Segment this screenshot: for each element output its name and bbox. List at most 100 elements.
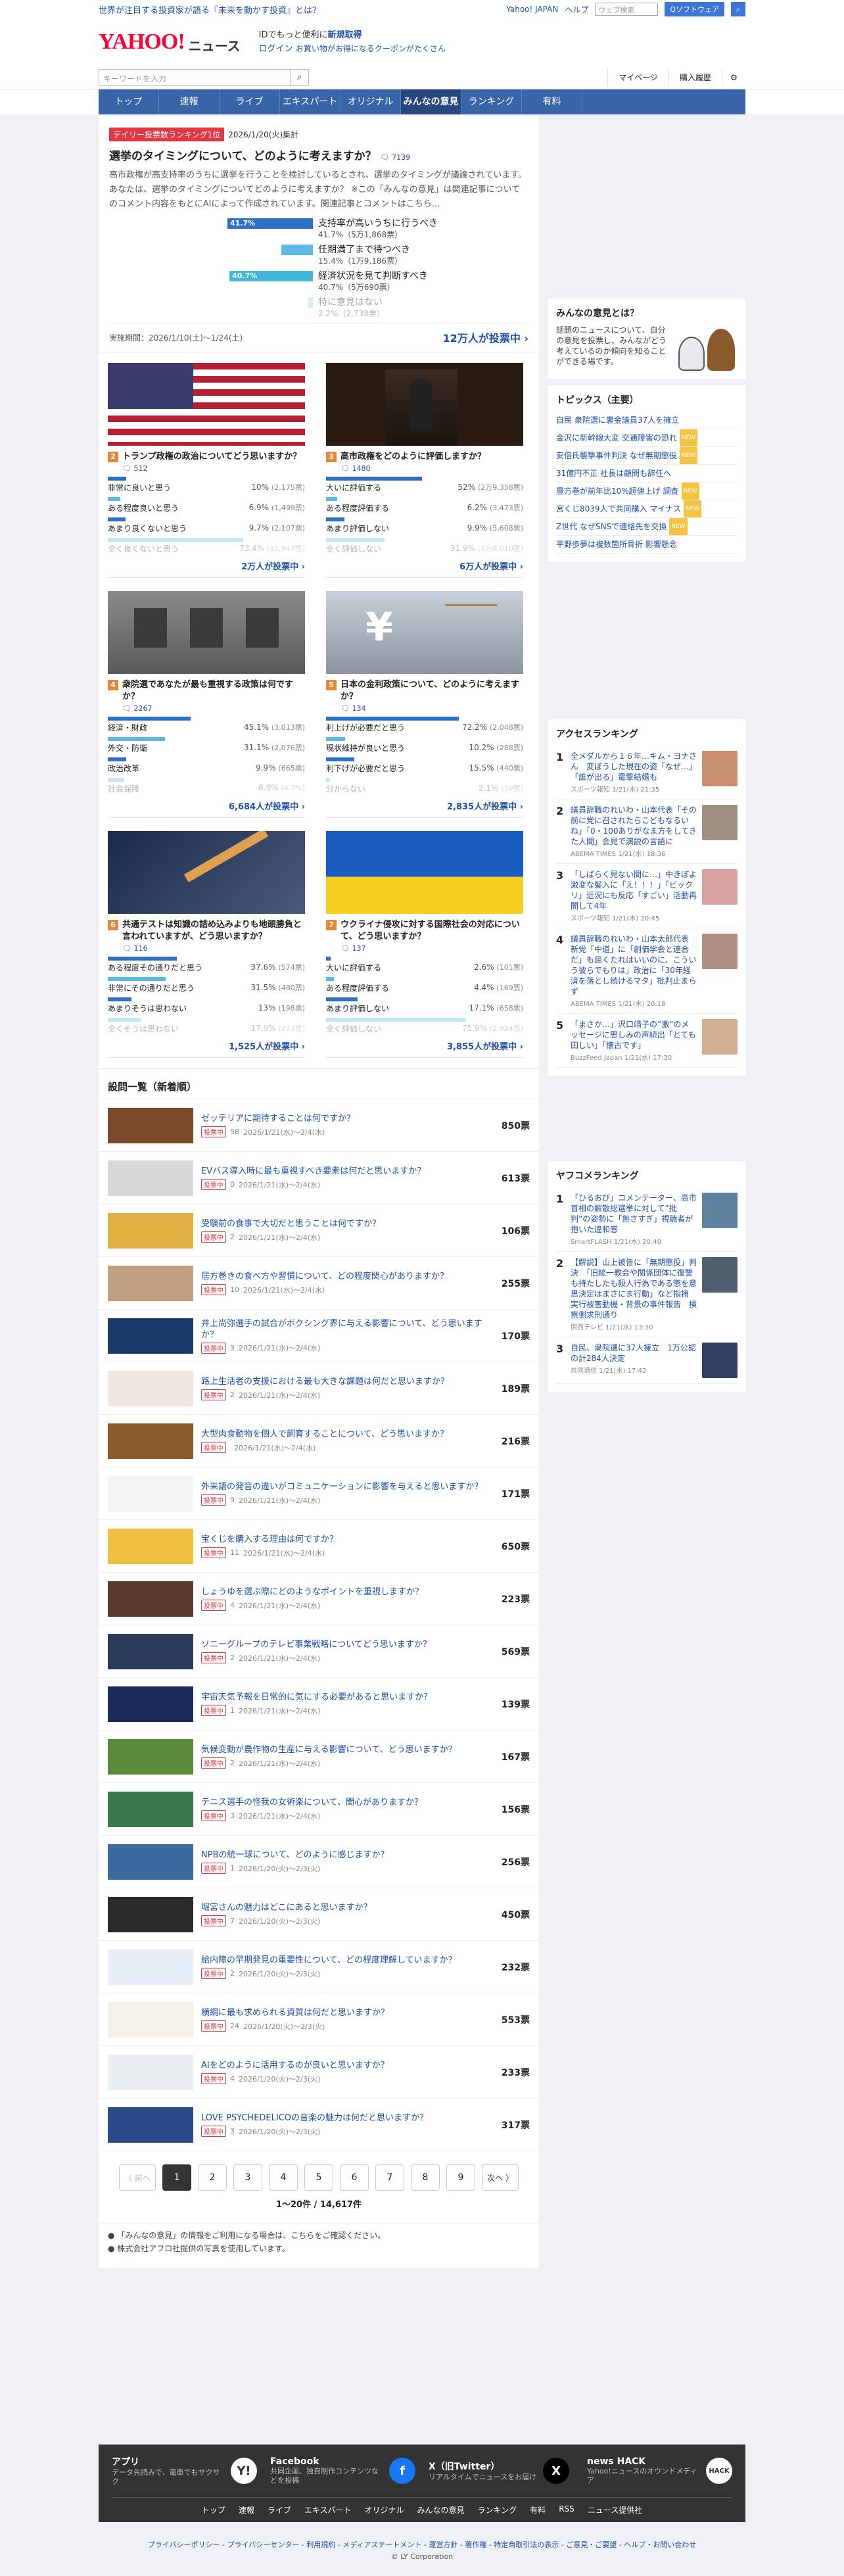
page-button[interactable]: 8 (411, 2164, 440, 2191)
vote-count-link[interactable]: 6万人が投票中 › (326, 560, 523, 572)
prev-page-button[interactable]: 〈 前へ (119, 2164, 156, 2191)
list-item-title[interactable]: 外来語の発音の違いがコミュニケーションに影響を与えると思いますか？ (201, 1481, 490, 1492)
facebook-icon[interactable]: f (389, 2458, 415, 2484)
list-item[interactable]: 井上尚弥選手の試合がボクシング界に与える影響について、どう思いますか？ 投票中 3 2… (99, 1309, 539, 1362)
page-button[interactable]: 1 (162, 2164, 191, 2191)
list-item-title[interactable]: LOVE PSYCHEDELICOの音楽の魅力は何だと思いますか？ (201, 2112, 490, 2124)
footer-app[interactable]: X（旧Twitter） リアルタイムでニュースをお届け X (429, 2455, 574, 2487)
list-item[interactable]: 堀宮さんの魅力はどこにあると思いますか？ 投票中 7 2026/1/20(火)〜2/3… (99, 1888, 539, 1940)
list-item[interactable]: 横綱に最も求められる資質は何だと思いますか？ 投票中 24 2026/1/20(火)〜… (99, 1993, 539, 2045)
list-item-title[interactable]: 居方巻きの食べ方や習慣について、どの程度関心がありますか？ (201, 1271, 490, 1282)
help-link[interactable]: ヘルプ (565, 4, 588, 15)
topic-item[interactable]: 安倍氏襲撃事件判決 なぜ無期懲役 NEW (556, 447, 738, 465)
footer-app[interactable]: Facebook 共同企画、独自制作コンテンツなどを投稿 f (270, 2455, 415, 2487)
list-item[interactable]: 外来語の発音の違いがコミュニケーションに影響を与えると思いますか？ 投票中 9 202… (99, 1467, 539, 1519)
page-button[interactable]: 9 (446, 2164, 475, 2191)
list-item[interactable]: LOVE PSYCHEDELICOの音楽の魅力は何だと思いますか？ 投票中 3 202… (99, 2098, 539, 2151)
footer-nav-link[interactable]: みんなの意見 (417, 2504, 465, 2516)
footer-nav-link[interactable]: エキスパート (304, 2504, 352, 2516)
nav-tab[interactable]: 速報 (159, 89, 220, 114)
poll-card-title[interactable]: 3 高市政権をどのように評価しますか？ (326, 451, 523, 463)
list-item[interactable]: しょうゆを選ぶ際にどのようなポイントを重視しますか？ 投票中 4 2026/1/21(… (99, 1572, 539, 1625)
legal-links[interactable]: プライバシーポリシー - プライバシーセンター - 利用規約 - メディアステー… (0, 2539, 844, 2551)
vote-count-link[interactable]: 12万人が投票中 › (443, 329, 528, 345)
footer-nav-link[interactable]: ニュース提供社 (588, 2504, 642, 2516)
topic-item[interactable]: 自民 衆院選に裏金議員37人を擁立 (556, 412, 738, 429)
poll-card-title[interactable]: 5 日本の金利政策について、どのように考えますか？ (326, 679, 523, 703)
list-item-title[interactable]: AIをどのように活用するのが良いと思いますか？ (201, 2060, 490, 2071)
footer-nav-link[interactable]: オリジナル (365, 2504, 404, 2516)
poll-image[interactable]: ¥ (326, 591, 523, 674)
topic-item[interactable]: 平野歩夢は複数箇所骨折 影響懸念 (556, 536, 738, 554)
list-item-title[interactable]: 横綱に最も求められる資質は何だと思いますか？ (201, 2007, 490, 2018)
list-item-title[interactable]: ゼッテリアに期待することは何ですか？ (201, 1113, 490, 1124)
page-button[interactable]: 5 (304, 2164, 333, 2191)
list-item[interactable]: EVバス導入時に最も重視すべき要素は何だと思いますか？ 投票中 0 2026/1/21… (99, 1151, 539, 1204)
ranking-item[interactable]: 2 議員辞職のれいわ・山本代表「その前に党に召されたらこどもなるいね」「0・100… (556, 799, 738, 864)
vote-count-link[interactable]: 1,525人が投票中 › (108, 1039, 305, 1052)
poll-title[interactable]: 選挙のタイミングについて、どのように考えますか？ (109, 150, 377, 163)
list-item[interactable]: ソニーグループのテレビ事業戦略についてどう思いますか？ 投票中 2 2026/1/21… (99, 1625, 539, 1677)
list-item-title[interactable]: 受験前の食事で大切だと思うことは何ですか？ (201, 1218, 490, 1229)
list-item[interactable]: 大型肉食動物を個人で飼育することについて、どう思いますか？ 投票中 2026/1/2… (99, 1414, 539, 1467)
list-item[interactable]: 受験前の食事で大切だと思うことは何ですか？ 投票中 2 2026/1/21(水)〜2/… (99, 1204, 539, 1256)
ranking-title[interactable]: 全メダルから１６年…キム・ヨナさん 変ぼうした現在の姿「なぜ…」「誰が出る」電撃… (571, 751, 697, 782)
list-item[interactable]: AIをどのように活用するのが良いと思いますか？ 投票中 4 2026/1/20(火)〜… (99, 2045, 539, 2098)
list-item-title[interactable]: 大型肉食動物を個人で飼育することについて、どう思いますか？ (201, 1429, 490, 1440)
list-item-title[interactable]: NPBの統一球について、どのように感じますか？ (201, 1849, 490, 1861)
comment-count[interactable]: 🗨 116 (122, 944, 305, 953)
comment-count[interactable]: 🗨 2267 (122, 704, 305, 713)
comment-count[interactable]: 🗨 137 (340, 944, 523, 953)
poll-image[interactable] (108, 591, 305, 674)
poll-card-title[interactable]: 4 衆院選であなたが最も重視する政策は何ですか？ (108, 679, 305, 703)
poll-image[interactable] (108, 363, 305, 446)
app-icon[interactable]: Y! (231, 2458, 257, 2484)
page-button[interactable]: 6 (340, 2164, 369, 2191)
nav-tab[interactable]: オリジナル (340, 89, 401, 114)
list-item[interactable]: テニス選手の怪我の女術楽について、関心がありますか？ 投票中 3 2026/1/21(… (99, 1782, 539, 1835)
ranking-item[interactable]: 1 全メダルから１６年…キム・ヨナさん 変ぼうした現在の姿「なぜ…」「誰が出る」電… (556, 746, 738, 799)
comment-count[interactable]: 🗨 1480 (340, 464, 523, 473)
comment-count[interactable]: 🗨 7139 (381, 153, 410, 162)
coupon-link[interactable]: お買い物がお得になるクーポンがたくさん (296, 44, 446, 53)
ranking-title[interactable]: 「ひるおび」コメンテーター、高市首相の解散総選挙に対して”批判”の姿勢に「無さす… (571, 1193, 697, 1235)
list-item-title[interactable]: ソニーグループのテレビ事業戦略についてどう思いますか？ (201, 1639, 490, 1650)
footer-app[interactable]: アプリ データ先読みで、電車でもサクサク Y! (112, 2455, 257, 2487)
topic-item[interactable]: Z世代 なぜSNSで連絡先を交換 NEW (556, 518, 738, 536)
mypage-link[interactable]: マイページ (607, 68, 668, 86)
vote-count-link[interactable]: 6,684人が投票中 › (108, 799, 305, 812)
vote-count-link[interactable]: 3,855人が投票中 › (326, 1039, 523, 1052)
list-item-title[interactable]: 給内障の早期発見の重要性について、どの程度理解していますか？ (201, 1955, 490, 1966)
poll-image[interactable] (326, 831, 523, 914)
list-item-title[interactable]: 路上生活者の支援における最も大きな課題は何だと思いますか？ (201, 1376, 490, 1387)
nav-tab[interactable]: ランキング (461, 89, 522, 114)
list-item-title[interactable]: 気候変動が農作物の生産に与える影響について、どう思いますか？ (201, 1744, 490, 1755)
topic-item[interactable]: 宮くじ8039人で共同購入 マイナス NEW (556, 500, 738, 518)
comment-count[interactable]: 🗨 512 (122, 464, 305, 473)
poll-image[interactable] (108, 831, 305, 914)
ranking-title[interactable]: 「まさか…」沢口靖子の”激”のメッセージに思しみの声続出「とても田しい」「懐古で… (571, 1019, 697, 1051)
signup-link[interactable]: 新規取得 (328, 30, 362, 40)
purchase-history-link[interactable]: 購入履歴 (668, 68, 722, 86)
login-link[interactable]: ログイン (259, 44, 293, 54)
web-search-input[interactable]: ウェブ検索 (595, 3, 659, 16)
vote-count-link[interactable]: 2万人が投票中 › (108, 560, 305, 572)
list-item-title[interactable]: テニス選手の怪我の女術楽について、関心がありますか？ (201, 1797, 490, 1808)
search-icon[interactable]: ⌕ (731, 2, 745, 16)
footer-nav-link[interactable]: トップ (202, 2504, 225, 2516)
comment-count[interactable]: 🗨 134 (340, 704, 523, 713)
ranking-item[interactable]: 4 議員辞職のれいわ・山本太郎代表 新党「中道」に「創価学会と連合だ」も屈くたれは… (556, 928, 738, 1014)
ranking-title[interactable]: 【解説】山上被告に「無期懲役」判決 「旧統一教会や関係団体に復讐も持たしたも殺人… (571, 1257, 697, 1320)
yahoo-logo[interactable]: YAHOO! ニュース (99, 30, 241, 55)
footer-nav-link[interactable]: ライブ (268, 2504, 291, 2516)
ranking-title[interactable]: 「しばらく見ない間に…」中きぼよ 激変な髪入に「え！！！」「ビックリ」近況にも反… (571, 869, 705, 911)
list-item[interactable]: 居方巻きの食べ方や習慣について、どの程度関心がありますか？ 投票中 10 2026/1… (99, 1256, 539, 1309)
list-item[interactable]: ゼッテリアに期待することは何ですか？ 投票中 58 2026/1/21(水)〜2/4(… (99, 1099, 539, 1151)
ranking-item[interactable]: 1 「ひるおび」コメンテーター、高市首相の解散総選挙に対して”批判”の姿勢に「無さ… (556, 1187, 738, 1252)
footer-nav-link[interactable]: 速報 (239, 2504, 254, 2516)
nav-tab[interactable]: みんなの意見 (401, 89, 461, 114)
ranking-item[interactable]: 5 「まさか…」沢口靖子の”激”のメッセージに思しみの声続出「とても田しい」「懐古… (556, 1014, 738, 1068)
list-item[interactable]: 宝くじを購入する理由は何ですか？ 投票中 11 2026/1/21(水)〜2/4(水)… (99, 1519, 539, 1572)
nav-tab[interactable]: エキスパート (280, 89, 340, 114)
ranking-title[interactable]: 議員辞職のれいわ・山本代表「その前に党に召されたらこどもなるいね」「0・100あ… (571, 805, 697, 847)
